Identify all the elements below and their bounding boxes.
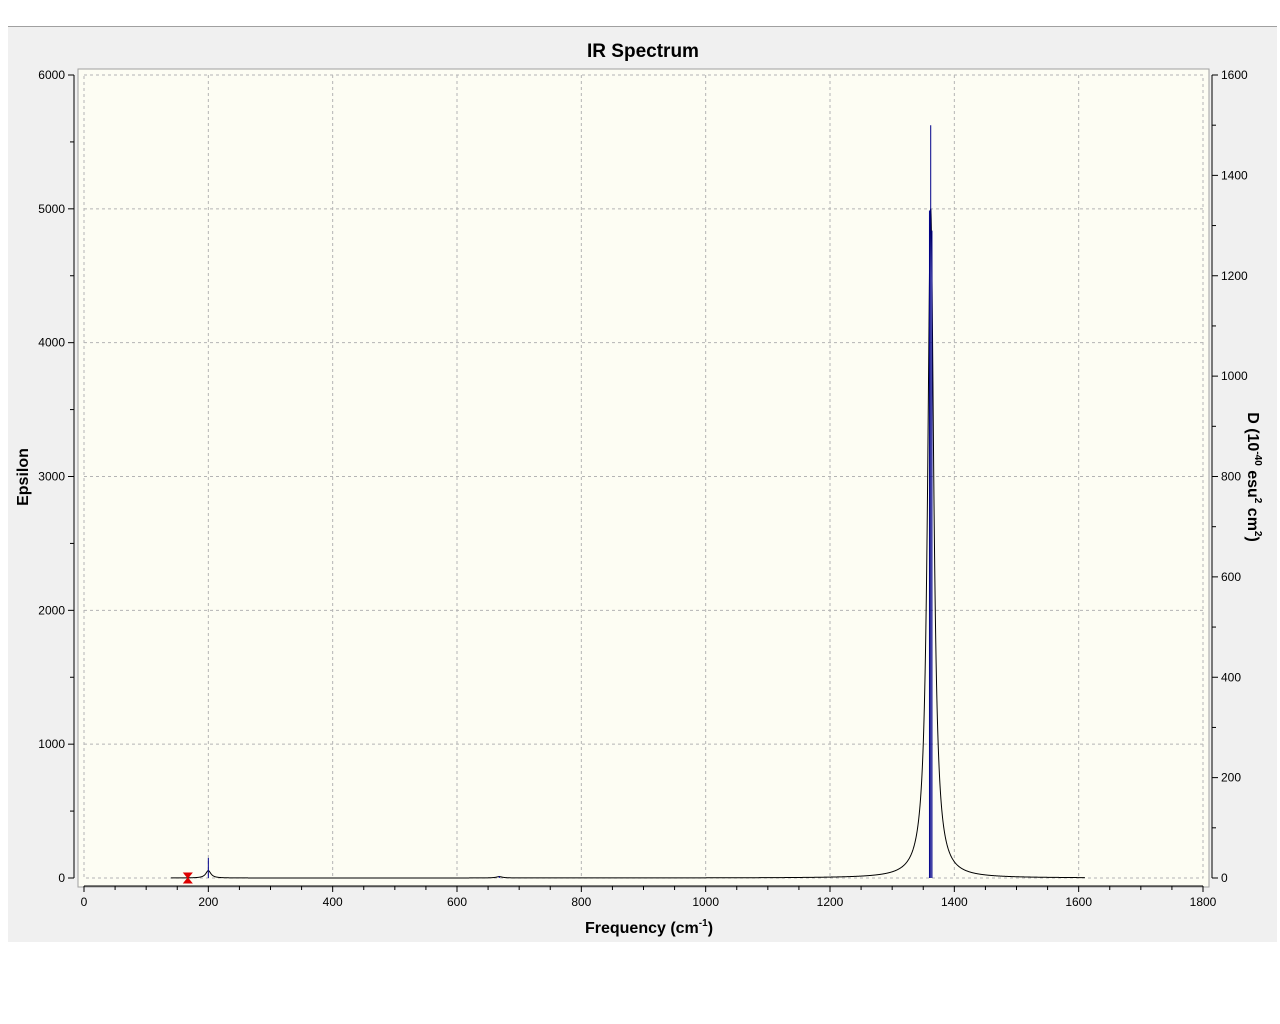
y2-tick-label: 1000 (1221, 369, 1248, 383)
y2-tick-label: 200 (1221, 771, 1241, 785)
chart-panel: IR Spectrum 0 200 400 600 800 1000 1200 1400 160… (8, 26, 1277, 942)
y-tick-label: 5000 (38, 202, 65, 216)
y-tick-label: 1000 (38, 737, 65, 751)
y-tick-label: 0 (58, 871, 65, 885)
y2-label-sup1: -40 (1252, 451, 1263, 466)
x-axis-label-end: ) (708, 920, 713, 937)
x-tick-label: 1200 (817, 895, 844, 909)
chart-title: IR Spectrum (587, 41, 699, 62)
y-tick-label: 4000 (38, 336, 65, 350)
x-axis-label-main: Frequency (cm (585, 920, 699, 937)
y2-label-p4: ) (1244, 536, 1261, 541)
plot-area (77, 68, 1210, 888)
x-tick-label: 1800 (1190, 895, 1217, 909)
ir-spectrum-chart: IR Spectrum 0 200 400 600 800 1000 1200 1400 160… (15, 41, 1263, 937)
x-tick-label: 400 (323, 895, 343, 909)
y2-tick-label: 1600 (1221, 68, 1248, 82)
y2-tick-label: 0 (1221, 871, 1228, 885)
y2-tick-label: 1400 (1221, 168, 1248, 182)
x-tick-label: 1000 (692, 895, 719, 909)
x-tick-label: 1600 (1065, 895, 1092, 909)
y2-tick-label: 1200 (1221, 269, 1248, 283)
y-tick-label: 6000 (38, 68, 65, 82)
x-tick-label: 200 (198, 895, 218, 909)
y2-tick-label: 600 (1221, 570, 1241, 584)
y-axis-label: Epsilon (15, 448, 32, 506)
x-tick-label: 800 (571, 895, 591, 909)
y2-tick-label: 800 (1221, 470, 1241, 484)
x-axis-label: Frequency (cm-1) (585, 918, 713, 937)
y2-label-p2: esu (1244, 466, 1261, 498)
y2-axis-label: D (10-40 esu2 cm2) (1244, 412, 1263, 542)
y2-label-p3: cm (1244, 503, 1261, 531)
y-tick-label: 3000 (38, 470, 65, 484)
y-tick-label: 2000 (38, 603, 65, 617)
y2-label-p1: D (10 (1244, 412, 1261, 451)
x-tick-label: 1400 (941, 895, 968, 909)
y2-tick-label: 400 (1221, 670, 1241, 684)
x-tick-label: 600 (447, 895, 467, 909)
x-tick-label: 0 (81, 895, 88, 909)
